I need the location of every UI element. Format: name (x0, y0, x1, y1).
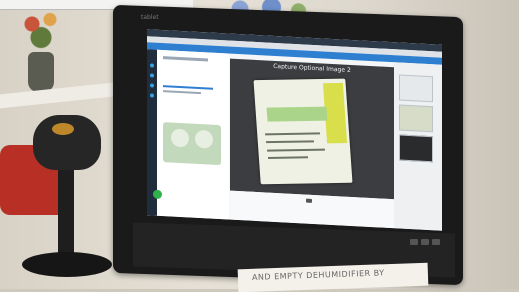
pill-icon (171, 128, 189, 148)
monitor-brand: tablet (141, 14, 159, 21)
viewer-control-icon[interactable] (306, 198, 312, 203)
scanner-base (22, 252, 112, 277)
label-green-band (266, 106, 328, 122)
image-thumbnail[interactable] (399, 134, 433, 163)
image-thumbnail[interactable] (399, 74, 433, 103)
flower-bouquet (14, 6, 74, 51)
nav-icon[interactable] (150, 83, 154, 88)
pill-icon (195, 129, 213, 149)
image-thumbnail[interactable] (399, 104, 433, 133)
scanner-lens (52, 123, 74, 135)
green-action-button-icon[interactable] (153, 189, 162, 200)
monitor-buttons (410, 230, 450, 245)
nav-icon[interactable] (150, 63, 154, 68)
nav-icon[interactable] (150, 73, 154, 78)
monitor-screen: Capture Optional Image 2 (147, 29, 442, 231)
vase (28, 52, 54, 92)
pill-photo-thumbnail[interactable] (163, 122, 221, 166)
nav-icon[interactable] (150, 93, 154, 98)
